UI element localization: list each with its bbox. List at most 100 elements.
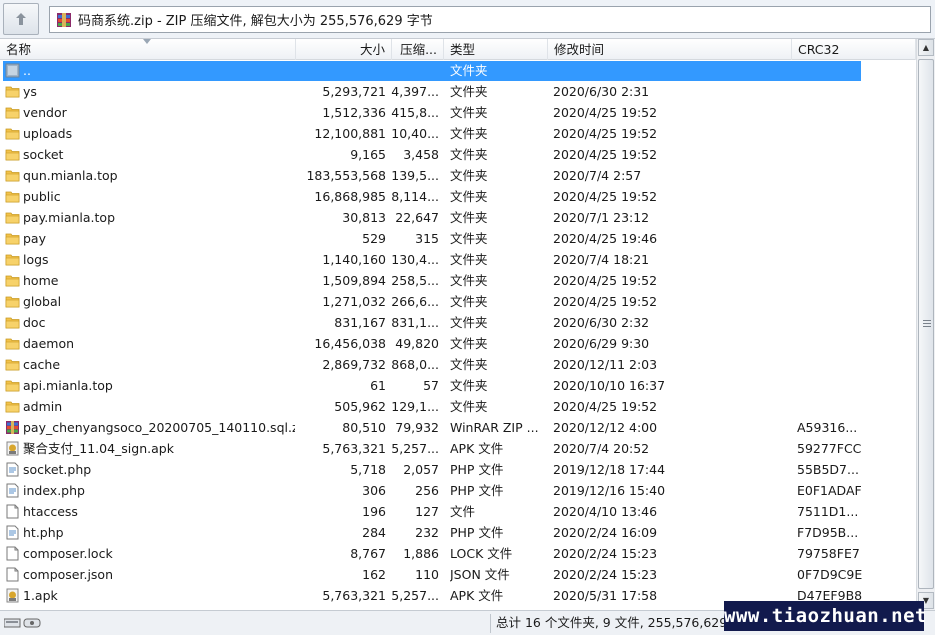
- file-row[interactable]: .. 文件夹: [0, 60, 916, 81]
- file-modified-time: 2020/4/25 19:52: [553, 294, 658, 309]
- file-row[interactable]: qun.mianla.top 183,553,568 139,5... 文件夹 2020…: [0, 165, 916, 186]
- file-crc32: 7511D1...: [797, 504, 859, 519]
- file-row[interactable]: pay 529 315 文件夹 2020/4/25 19:46: [0, 228, 916, 249]
- file-crc32: A59316...: [797, 420, 858, 435]
- folder-icon: [5, 147, 20, 162]
- file-size: 80,510: [342, 420, 386, 435]
- vertical-scrollbar[interactable]: ▲ ▼: [916, 39, 935, 610]
- file-size: 8,767: [350, 546, 386, 561]
- file-modified-time: 2020/2/24 15:23: [553, 567, 658, 582]
- file-packed-size: 110: [415, 567, 439, 582]
- drive-status-icon: [4, 618, 41, 628]
- file-row[interactable]: vendor 1,512,336 415,8... 文件夹 2020/4/25 19:5…: [0, 102, 916, 123]
- folder-icon: [5, 252, 20, 267]
- file-name: doc: [23, 315, 46, 330]
- file-size: 5,718: [350, 462, 386, 477]
- file-name: ys: [23, 84, 37, 99]
- file-type: APK 文件: [450, 588, 504, 603]
- file-name: admin: [23, 399, 63, 414]
- file-type: 文件夹: [450, 294, 488, 309]
- folder-icon: [5, 189, 20, 204]
- file-row[interactable]: pay.mianla.top 30,813 22,647 文件夹 2020/7/1 23…: [0, 207, 916, 228]
- file-packed-size: 57: [423, 378, 439, 393]
- file-name: socket: [23, 147, 64, 162]
- file-type: 文件夹: [450, 210, 488, 225]
- file-type: 文件夹: [450, 336, 488, 351]
- file-type: APK 文件: [450, 441, 504, 456]
- file-name: ht.php: [23, 525, 64, 540]
- folder-icon: [5, 315, 20, 330]
- file-name: composer.json: [23, 567, 114, 582]
- file-name: 聚合支付_11.04_sign.apk: [23, 441, 174, 456]
- file-size: 2,869,732: [322, 357, 386, 372]
- file-type: 文件夹: [450, 105, 488, 120]
- blank-file-icon: [5, 546, 20, 561]
- file-modified-time: 2020/2/24 15:23: [553, 546, 658, 561]
- file-crc32: 79758FE7: [797, 546, 860, 561]
- file-type: 文件夹: [450, 147, 488, 162]
- file-type: 文件夹: [450, 168, 488, 183]
- column-type[interactable]: 类型: [444, 39, 548, 60]
- file-packed-size: 315: [415, 231, 439, 246]
- file-row[interactable]: public 16,868,985 8,114... 文件夹 2020/4/25 19:…: [0, 186, 916, 207]
- file-row[interactable]: logs 1,140,160 130,4... 文件夹 2020/7/4 18:21: [0, 249, 916, 270]
- folder-icon: [5, 273, 20, 288]
- apk-file-icon: [5, 588, 20, 603]
- file-modified-time: 2019/12/18 17:44: [553, 462, 666, 477]
- file-row[interactable]: api.mianla.top 61 57 文件夹 2020/10/10 16:37: [0, 375, 916, 396]
- file-type: 文件夹: [450, 84, 488, 99]
- file-row[interactable]: htaccess 196 127 文件 2020/4/10 13:46 7511D1...: [0, 501, 916, 522]
- file-row[interactable]: socket 9,165 3,458 文件夹 2020/4/25 19:52: [0, 144, 916, 165]
- column-name[interactable]: 名称: [0, 39, 296, 60]
- file-crc32: 0F7D9C9E: [797, 567, 863, 582]
- file-row[interactable]: ys 5,293,721 4,397... 文件夹 2020/6/30 2:31: [0, 81, 916, 102]
- file-row[interactable]: pay_chenyangsoco_20200705_140110.sql.zip…: [0, 417, 916, 438]
- file-type: 文件夹: [450, 273, 488, 288]
- scroll-up-button[interactable]: ▲: [918, 39, 934, 56]
- address-bar: 码商系统.zip - ZIP 压缩文件, 解包大小为 255,576,629 字…: [0, 0, 935, 39]
- file-size: 12,100,881: [314, 126, 386, 141]
- column-header: 名称 大小 压缩... 类型 修改时间 CRC32: [0, 39, 916, 60]
- file-row[interactable]: index.php 306 256 PHP 文件 2019/12/16 15:40 E0F…: [0, 480, 916, 501]
- column-crc[interactable]: CRC32: [792, 39, 916, 60]
- file-crc32: [797, 354, 867, 375]
- file-row[interactable]: uploads 12,100,881 10,40... 文件夹 2020/4/25 19…: [0, 123, 916, 144]
- column-mtime[interactable]: 修改时间: [548, 39, 792, 60]
- file-name: public: [23, 189, 61, 204]
- file-crc32: [797, 165, 867, 186]
- file-packed-size: 266,6...: [391, 294, 439, 309]
- file-modified-time: 2020/12/12 4:00: [553, 420, 658, 435]
- file-row[interactable]: composer.json 162 110 JSON 文件 2020/2/24 15:2…: [0, 564, 916, 585]
- scroll-thumb[interactable]: [918, 59, 934, 589]
- file-row[interactable]: home 1,509,894 258,5... 文件夹 2020/4/25 19:52: [0, 270, 916, 291]
- file-modified-time: 2020/2/24 16:09: [553, 525, 658, 540]
- column-packed[interactable]: 压缩...: [392, 39, 444, 60]
- file-packed-size: 130,4...: [391, 252, 439, 267]
- folder-icon: [5, 378, 20, 393]
- file-row[interactable]: admin 505,962 129,1... 文件夹 2020/4/25 19:52: [0, 396, 916, 417]
- file-size: 5,763,321: [322, 441, 386, 456]
- file-row[interactable]: doc 831,167 831,1... 文件夹 2020/6/30 2:32: [0, 312, 916, 333]
- path-field[interactable]: 码商系统.zip - ZIP 压缩文件, 解包大小为 255,576,629 字…: [49, 6, 931, 33]
- file-row[interactable]: 聚合支付_11.04_sign.apk 5,763,321 5,257... APK …: [0, 438, 916, 459]
- file-row[interactable]: daemon 16,456,038 49,820 文件夹 2020/6/29 9:30: [0, 333, 916, 354]
- file-name: pay_chenyangsoco_20200705_140110.sql.zip: [23, 420, 295, 435]
- column-size[interactable]: 大小: [296, 39, 392, 60]
- file-row[interactable]: cache 2,869,732 868,0... 文件夹 2020/12/11 2:03: [0, 354, 916, 375]
- file-packed-size: [390, 60, 439, 81]
- file-modified-time: 2020/7/4 2:57: [553, 168, 642, 183]
- file-name: api.mianla.top: [23, 378, 113, 393]
- file-packed-size: 127: [415, 504, 439, 519]
- folder-icon: [5, 231, 20, 246]
- up-folder-button[interactable]: [3, 3, 39, 35]
- file-name: vendor: [23, 105, 67, 120]
- file-row[interactable]: socket.php 5,718 2,057 PHP 文件 2019/12/18 17:…: [0, 459, 916, 480]
- winrar-zip-icon: [57, 12, 71, 27]
- file-name: uploads: [23, 126, 73, 141]
- file-list[interactable]: .. 文件夹 ys 5,293,721 4,397... 文件夹 2020/6/30 2:3…: [0, 60, 916, 609]
- file-row[interactable]: ht.php 284 232 PHP 文件 2020/2/24 16:09 F7D95B.…: [0, 522, 916, 543]
- zip-file-icon: [5, 420, 20, 435]
- file-packed-size: 868,0...: [391, 357, 439, 372]
- file-row[interactable]: composer.lock 8,767 1,886 LOCK 文件 2020/2/24 …: [0, 543, 916, 564]
- file-row[interactable]: global 1,271,032 266,6... 文件夹 2020/4/25 19:5…: [0, 291, 916, 312]
